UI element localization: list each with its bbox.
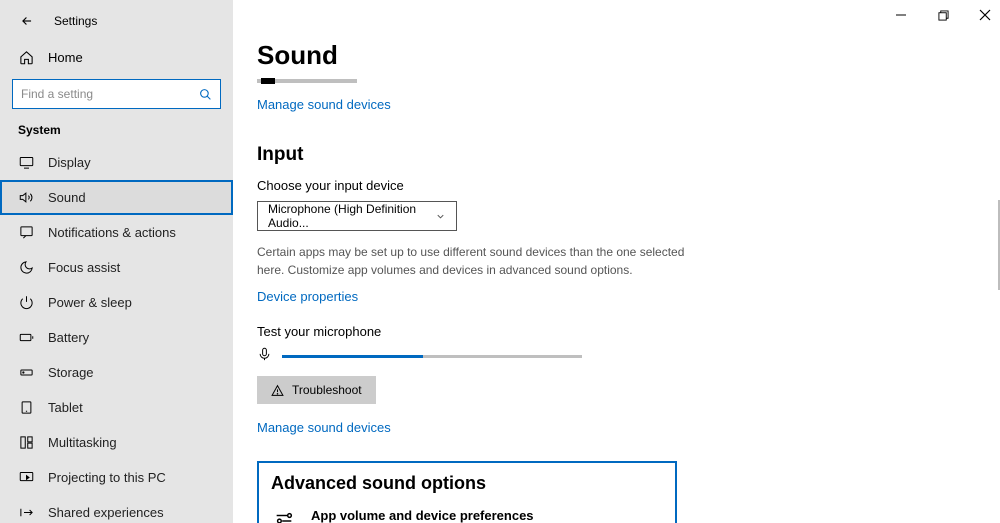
app-volume-text: App volume and device preferences Custom…: [311, 508, 645, 523]
advanced-sound-options-box: Advanced sound options App volume and de…: [257, 461, 677, 523]
nav-shared-experiences[interactable]: Shared experiences: [0, 495, 233, 523]
close-button[interactable]: [976, 6, 994, 24]
choose-input-label: Choose your input device: [257, 178, 972, 193]
back-button[interactable]: [18, 12, 36, 30]
nav-label: Focus assist: [48, 260, 120, 275]
sidebar: Settings Home System Display Sound Notif…: [0, 0, 233, 523]
search-input[interactable]: [21, 87, 199, 101]
nav-notifications[interactable]: Notifications & actions: [0, 215, 233, 250]
nav-projecting[interactable]: Projecting to this PC: [0, 460, 233, 495]
main-content: Sound Manage sound devices Input Choose …: [233, 0, 1000, 523]
manage-sound-devices-link-2[interactable]: Manage sound devices: [257, 420, 391, 435]
search-icon: [199, 88, 212, 101]
window-controls: [892, 6, 994, 24]
chevron-down-icon: [435, 211, 446, 222]
manage-sound-devices-link[interactable]: Manage sound devices: [257, 97, 391, 112]
app-volume-prefs-item[interactable]: App volume and device preferences Custom…: [271, 508, 663, 523]
nav-label: Notifications & actions: [48, 225, 176, 240]
titlebar: Settings: [0, 8, 233, 40]
shared-icon: [18, 505, 34, 520]
warning-icon: [271, 384, 284, 397]
page-title: Sound: [257, 40, 972, 71]
sliders-icon: [271, 508, 297, 523]
nav-label: Multitasking: [48, 435, 117, 450]
volume-slider-fragment[interactable]: [257, 79, 357, 83]
test-mic-label: Test your microphone: [257, 324, 972, 339]
nav-label: Sound: [48, 190, 86, 205]
minimize-button[interactable]: [892, 6, 910, 24]
device-properties-link[interactable]: Device properties: [257, 289, 358, 304]
nav-storage[interactable]: Storage: [0, 355, 233, 390]
nav-label: Display: [48, 155, 91, 170]
input-heading: Input: [257, 144, 972, 166]
app-volume-title: App volume and device preferences: [311, 508, 645, 523]
troubleshoot-label: Troubleshoot: [292, 383, 362, 397]
advanced-heading: Advanced sound options: [271, 473, 663, 494]
nav-battery[interactable]: Battery: [0, 320, 233, 355]
dropdown-value: Microphone (High Definition Audio...: [268, 202, 435, 230]
nav-sound[interactable]: Sound: [0, 180, 233, 215]
multitasking-icon: [18, 435, 34, 450]
nav-label: Projecting to this PC: [48, 470, 166, 485]
nav-label: Storage: [48, 365, 94, 380]
nav-focus-assist[interactable]: Focus assist: [0, 250, 233, 285]
window-title: Settings: [54, 14, 97, 28]
input-device-dropdown[interactable]: Microphone (High Definition Audio...: [257, 201, 457, 231]
search-box[interactable]: [12, 79, 221, 109]
microphone-icon: [257, 347, 272, 362]
nav-group-label: System: [0, 123, 233, 145]
mic-level-fill: [282, 355, 423, 358]
notifications-icon: [18, 225, 34, 240]
mic-level-bar: [282, 355, 582, 358]
mic-test-row: [257, 347, 972, 362]
tablet-icon: [18, 400, 34, 415]
nav-display[interactable]: Display: [0, 145, 233, 180]
troubleshoot-button[interactable]: Troubleshoot: [257, 376, 376, 404]
display-icon: [18, 155, 34, 170]
storage-icon: [18, 365, 34, 380]
home-label: Home: [48, 50, 83, 65]
battery-icon: [18, 330, 34, 345]
home-nav[interactable]: Home: [0, 40, 233, 75]
nav-multitasking[interactable]: Multitasking: [0, 425, 233, 460]
nav-label: Shared experiences: [48, 505, 164, 520]
nav-label: Battery: [48, 330, 89, 345]
nav-label: Tablet: [48, 400, 83, 415]
nav-power-sleep[interactable]: Power & sleep: [0, 285, 233, 320]
home-icon: [18, 50, 34, 65]
focus-assist-icon: [18, 260, 34, 275]
sound-icon: [18, 190, 34, 205]
maximize-button[interactable]: [934, 6, 952, 24]
power-icon: [18, 295, 34, 310]
input-description: Certain apps may be set up to use differ…: [257, 243, 687, 279]
projecting-icon: [18, 470, 34, 485]
nav-tablet[interactable]: Tablet: [0, 390, 233, 425]
nav-label: Power & sleep: [48, 295, 132, 310]
